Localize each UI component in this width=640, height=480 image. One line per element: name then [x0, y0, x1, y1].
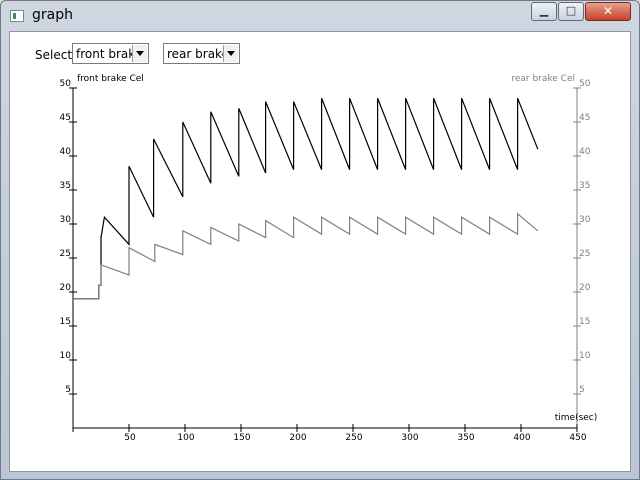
y-tick-label-right: 45	[579, 113, 590, 123]
y-tick-label-left: 35	[60, 181, 71, 191]
app-icon	[10, 10, 24, 22]
minimize-button[interactable]: ▁	[531, 2, 557, 21]
y-tick-label-right: 25	[579, 249, 590, 259]
x-tick-label: 300	[401, 433, 418, 443]
left-axis-label: front brake Cel	[77, 74, 144, 84]
y-tick-label-right: 15	[579, 317, 590, 327]
close-button[interactable]: ✕	[585, 2, 631, 21]
x-tick-label: 400	[513, 433, 530, 443]
title-bar[interactable]: graph ▁ □ ✕	[1, 1, 639, 31]
y-tick-label-left: 10	[60, 351, 72, 361]
y-tick-label-right: 50	[579, 79, 591, 89]
window-title: graph	[32, 7, 73, 23]
x-tick-label: 250	[345, 433, 362, 443]
x-tick-label: 200	[289, 433, 306, 443]
y-tick-label-right: 35	[579, 181, 590, 191]
right-axis-label: rear brake Cel	[511, 74, 575, 84]
brake-temperature-chart: 5 5 10 10 15 15 20 20 25 25 30 30 35 35 40 40 45 45 50 50 50…	[60, 74, 598, 443]
y-tick-label-left: 40	[60, 147, 72, 157]
x-tick-label: 50	[124, 433, 136, 443]
x-tick-label: 450	[569, 433, 586, 443]
x-axis-label: time(sec)	[555, 413, 598, 423]
y-tick-label-right: 10	[579, 351, 591, 361]
y-tick-label-left: 20	[60, 283, 72, 293]
rear-brake-series-line	[73, 212, 539, 300]
y-tick-label-left: 30	[60, 215, 72, 225]
x-tick-label: 150	[233, 433, 250, 443]
y-tick-label-left: 15	[60, 317, 71, 327]
maximize-button[interactable]: □	[558, 2, 584, 21]
app-window: graph ▁ □ ✕ Select front brake rear brak…	[0, 0, 640, 480]
y-tick-label-left: 50	[60, 79, 72, 89]
y-tick-label-left: 25	[60, 249, 71, 259]
y-tick-label-right: 30	[579, 215, 591, 225]
x-tick-label: 350	[457, 433, 474, 443]
y-tick-label-right: 40	[579, 147, 591, 157]
y-tick-label-left: 45	[60, 113, 71, 123]
y-tick-label-left: 5	[65, 385, 71, 395]
front-brake-series-line	[73, 97, 539, 300]
x-tick-label: 100	[177, 433, 194, 443]
y-tick-label-right: 20	[579, 283, 591, 293]
graph-panel: Select front brake rear brake C 55101015…	[9, 31, 631, 472]
y-tick-label-right: 5	[579, 385, 585, 395]
